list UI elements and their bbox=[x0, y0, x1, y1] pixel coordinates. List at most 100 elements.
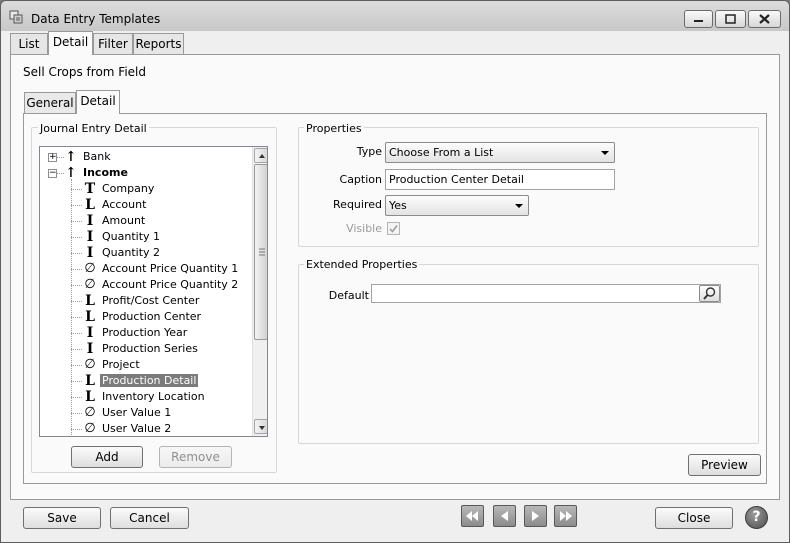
tree-item-label: Production Series bbox=[102, 342, 198, 355]
first-record-button[interactable] bbox=[461, 505, 484, 527]
save-button[interactable]: Save bbox=[23, 507, 101, 529]
tree-item-production-detail[interactable]: L Production Detail bbox=[40, 373, 252, 389]
tree-item-quantity-1[interactable]: I Quantity 1 bbox=[40, 229, 252, 245]
close-icon bbox=[759, 14, 770, 24]
tree-connector bbox=[71, 365, 82, 366]
type-label: Type bbox=[356, 145, 382, 158]
tree-connector bbox=[71, 221, 82, 222]
type-select[interactable]: Choose From a List bbox=[385, 142, 615, 163]
tree-item-label: Company bbox=[102, 182, 155, 195]
tree-item-production-center[interactable]: L Production Center bbox=[40, 309, 252, 325]
tree-item-company[interactable]: T Company bbox=[40, 181, 252, 197]
tree-connector bbox=[57, 173, 64, 174]
title-bar: Data Entry Templates bbox=[1, 1, 789, 31]
tree-connector bbox=[57, 157, 64, 158]
tree-connector bbox=[71, 205, 82, 206]
app-icon bbox=[9, 10, 23, 24]
add-button[interactable]: Add bbox=[71, 446, 143, 468]
tree-item-income[interactable]: − ↑ Income bbox=[40, 165, 252, 181]
default-field[interactable] bbox=[371, 284, 721, 303]
expand-icon[interactable]: + bbox=[48, 153, 57, 162]
tree-connector bbox=[71, 381, 82, 382]
chevron-down-icon bbox=[601, 151, 609, 155]
last-record-button[interactable] bbox=[554, 505, 577, 527]
tree-item-quantity-2[interactable]: I Quantity 2 bbox=[40, 245, 252, 261]
close-window-button[interactable] bbox=[748, 10, 781, 28]
tree-item-account-price-quantity-1[interactable]: ∅ Account Price Quantity 1 bbox=[40, 261, 252, 277]
scroll-up-button[interactable] bbox=[254, 148, 267, 163]
subtab-detail[interactable]: Detail bbox=[76, 90, 120, 114]
minimize-icon bbox=[694, 20, 703, 22]
tree-item-profit-cost-center[interactable]: L Profit/Cost Center bbox=[40, 293, 252, 309]
arrow-up-icon: ↑ bbox=[65, 165, 77, 181]
tree-item-production-series[interactable]: I Production Series bbox=[40, 341, 252, 357]
visible-checkbox[interactable] bbox=[387, 222, 400, 235]
remove-button[interactable]: Remove bbox=[159, 446, 232, 468]
field-type-icon: I bbox=[86, 341, 94, 357]
field-type-icon: L bbox=[85, 293, 95, 309]
scroll-down-button[interactable] bbox=[254, 419, 267, 434]
tree-item-label: User Value 1 bbox=[102, 406, 172, 419]
journal-entry-tree[interactable]: + ↑ Bank − ↑ Income T Company L Account I Amount I Qu… bbox=[39, 146, 268, 437]
tree-scrollbar[interactable] bbox=[252, 147, 267, 436]
tree-item-user-value-1[interactable]: ∅ User Value 1 bbox=[40, 405, 252, 421]
tree-connector bbox=[71, 237, 82, 238]
extended-properties-group-label: Extended Properties bbox=[304, 258, 420, 271]
tree-connector bbox=[71, 269, 82, 270]
maximize-button[interactable] bbox=[715, 10, 746, 28]
tree-item-label: Profit/Cost Center bbox=[102, 294, 200, 307]
grip-icon bbox=[259, 248, 265, 256]
tab-filter[interactable]: Filter bbox=[93, 33, 133, 54]
type-select-value: Choose From a List bbox=[389, 146, 494, 159]
next-record-icon bbox=[532, 511, 539, 521]
previous-record-button[interactable] bbox=[493, 505, 516, 527]
tree-item-label: Income bbox=[83, 166, 128, 179]
tree-item-label: Project bbox=[102, 358, 140, 371]
cancel-button[interactable]: Cancel bbox=[110, 507, 189, 529]
subtab-general[interactable]: General bbox=[24, 92, 76, 113]
tree-connector bbox=[71, 413, 82, 414]
help-icon[interactable]: ? bbox=[745, 506, 768, 529]
tree-item-label: Production Detail bbox=[100, 374, 199, 387]
caption-field[interactable]: Production Center Detail bbox=[385, 169, 615, 190]
required-select[interactable]: Yes bbox=[385, 195, 529, 216]
tree-item-inventory-location[interactable]: L Inventory Location bbox=[40, 389, 252, 405]
tree-item-bank[interactable]: + ↑ Bank bbox=[40, 149, 252, 165]
minimize-button[interactable] bbox=[684, 10, 713, 28]
tree-item-label: Account bbox=[102, 198, 147, 211]
tree-item-label: Account Price Quantity 1 bbox=[102, 262, 239, 275]
tab-list[interactable]: List bbox=[10, 33, 48, 54]
caption-label: Caption bbox=[339, 173, 382, 186]
previous-record-icon bbox=[501, 511, 508, 521]
field-type-icon: L bbox=[85, 389, 95, 405]
properties-group-label: Properties bbox=[304, 122, 364, 135]
arrow-up-icon: ↑ bbox=[65, 149, 77, 165]
window-title: Data Entry Templates bbox=[31, 12, 161, 26]
preview-button[interactable]: Preview bbox=[688, 454, 761, 476]
required-select-value: Yes bbox=[389, 199, 407, 212]
tree-item-account-price-quantity-2[interactable]: ∅ Account Price Quantity 2 bbox=[40, 277, 252, 293]
tree-connector bbox=[71, 333, 82, 334]
tree-item-production-year[interactable]: I Production Year bbox=[40, 325, 252, 341]
empty-set-icon: ∅ bbox=[84, 277, 96, 292]
tree-item-amount[interactable]: I Amount bbox=[40, 213, 252, 229]
close-button[interactable]: Close bbox=[655, 507, 733, 529]
tab-detail[interactable]: Detail bbox=[48, 31, 93, 55]
next-record-button[interactable] bbox=[524, 505, 547, 527]
tree-connector bbox=[71, 429, 82, 430]
field-type-icon: T bbox=[84, 181, 96, 197]
tree-connector bbox=[71, 285, 82, 286]
tree-item-user-value-2[interactable]: ∅ User Value 2 bbox=[40, 421, 252, 436]
tree-item-project[interactable]: ∅ Project bbox=[40, 357, 252, 373]
scroll-thumb[interactable] bbox=[254, 164, 267, 340]
tree-item-account[interactable]: L Account bbox=[40, 197, 252, 213]
tree-connector bbox=[71, 253, 82, 254]
field-type-icon: I bbox=[86, 213, 94, 229]
empty-set-icon: ∅ bbox=[84, 261, 96, 276]
default-lookup-button[interactable] bbox=[699, 285, 720, 302]
tree-item-label: Production Center bbox=[102, 310, 202, 323]
tab-reports[interactable]: Reports bbox=[133, 33, 184, 54]
tree-connector bbox=[71, 349, 82, 350]
field-type-icon: I bbox=[86, 245, 94, 261]
collapse-icon[interactable]: − bbox=[48, 169, 57, 178]
